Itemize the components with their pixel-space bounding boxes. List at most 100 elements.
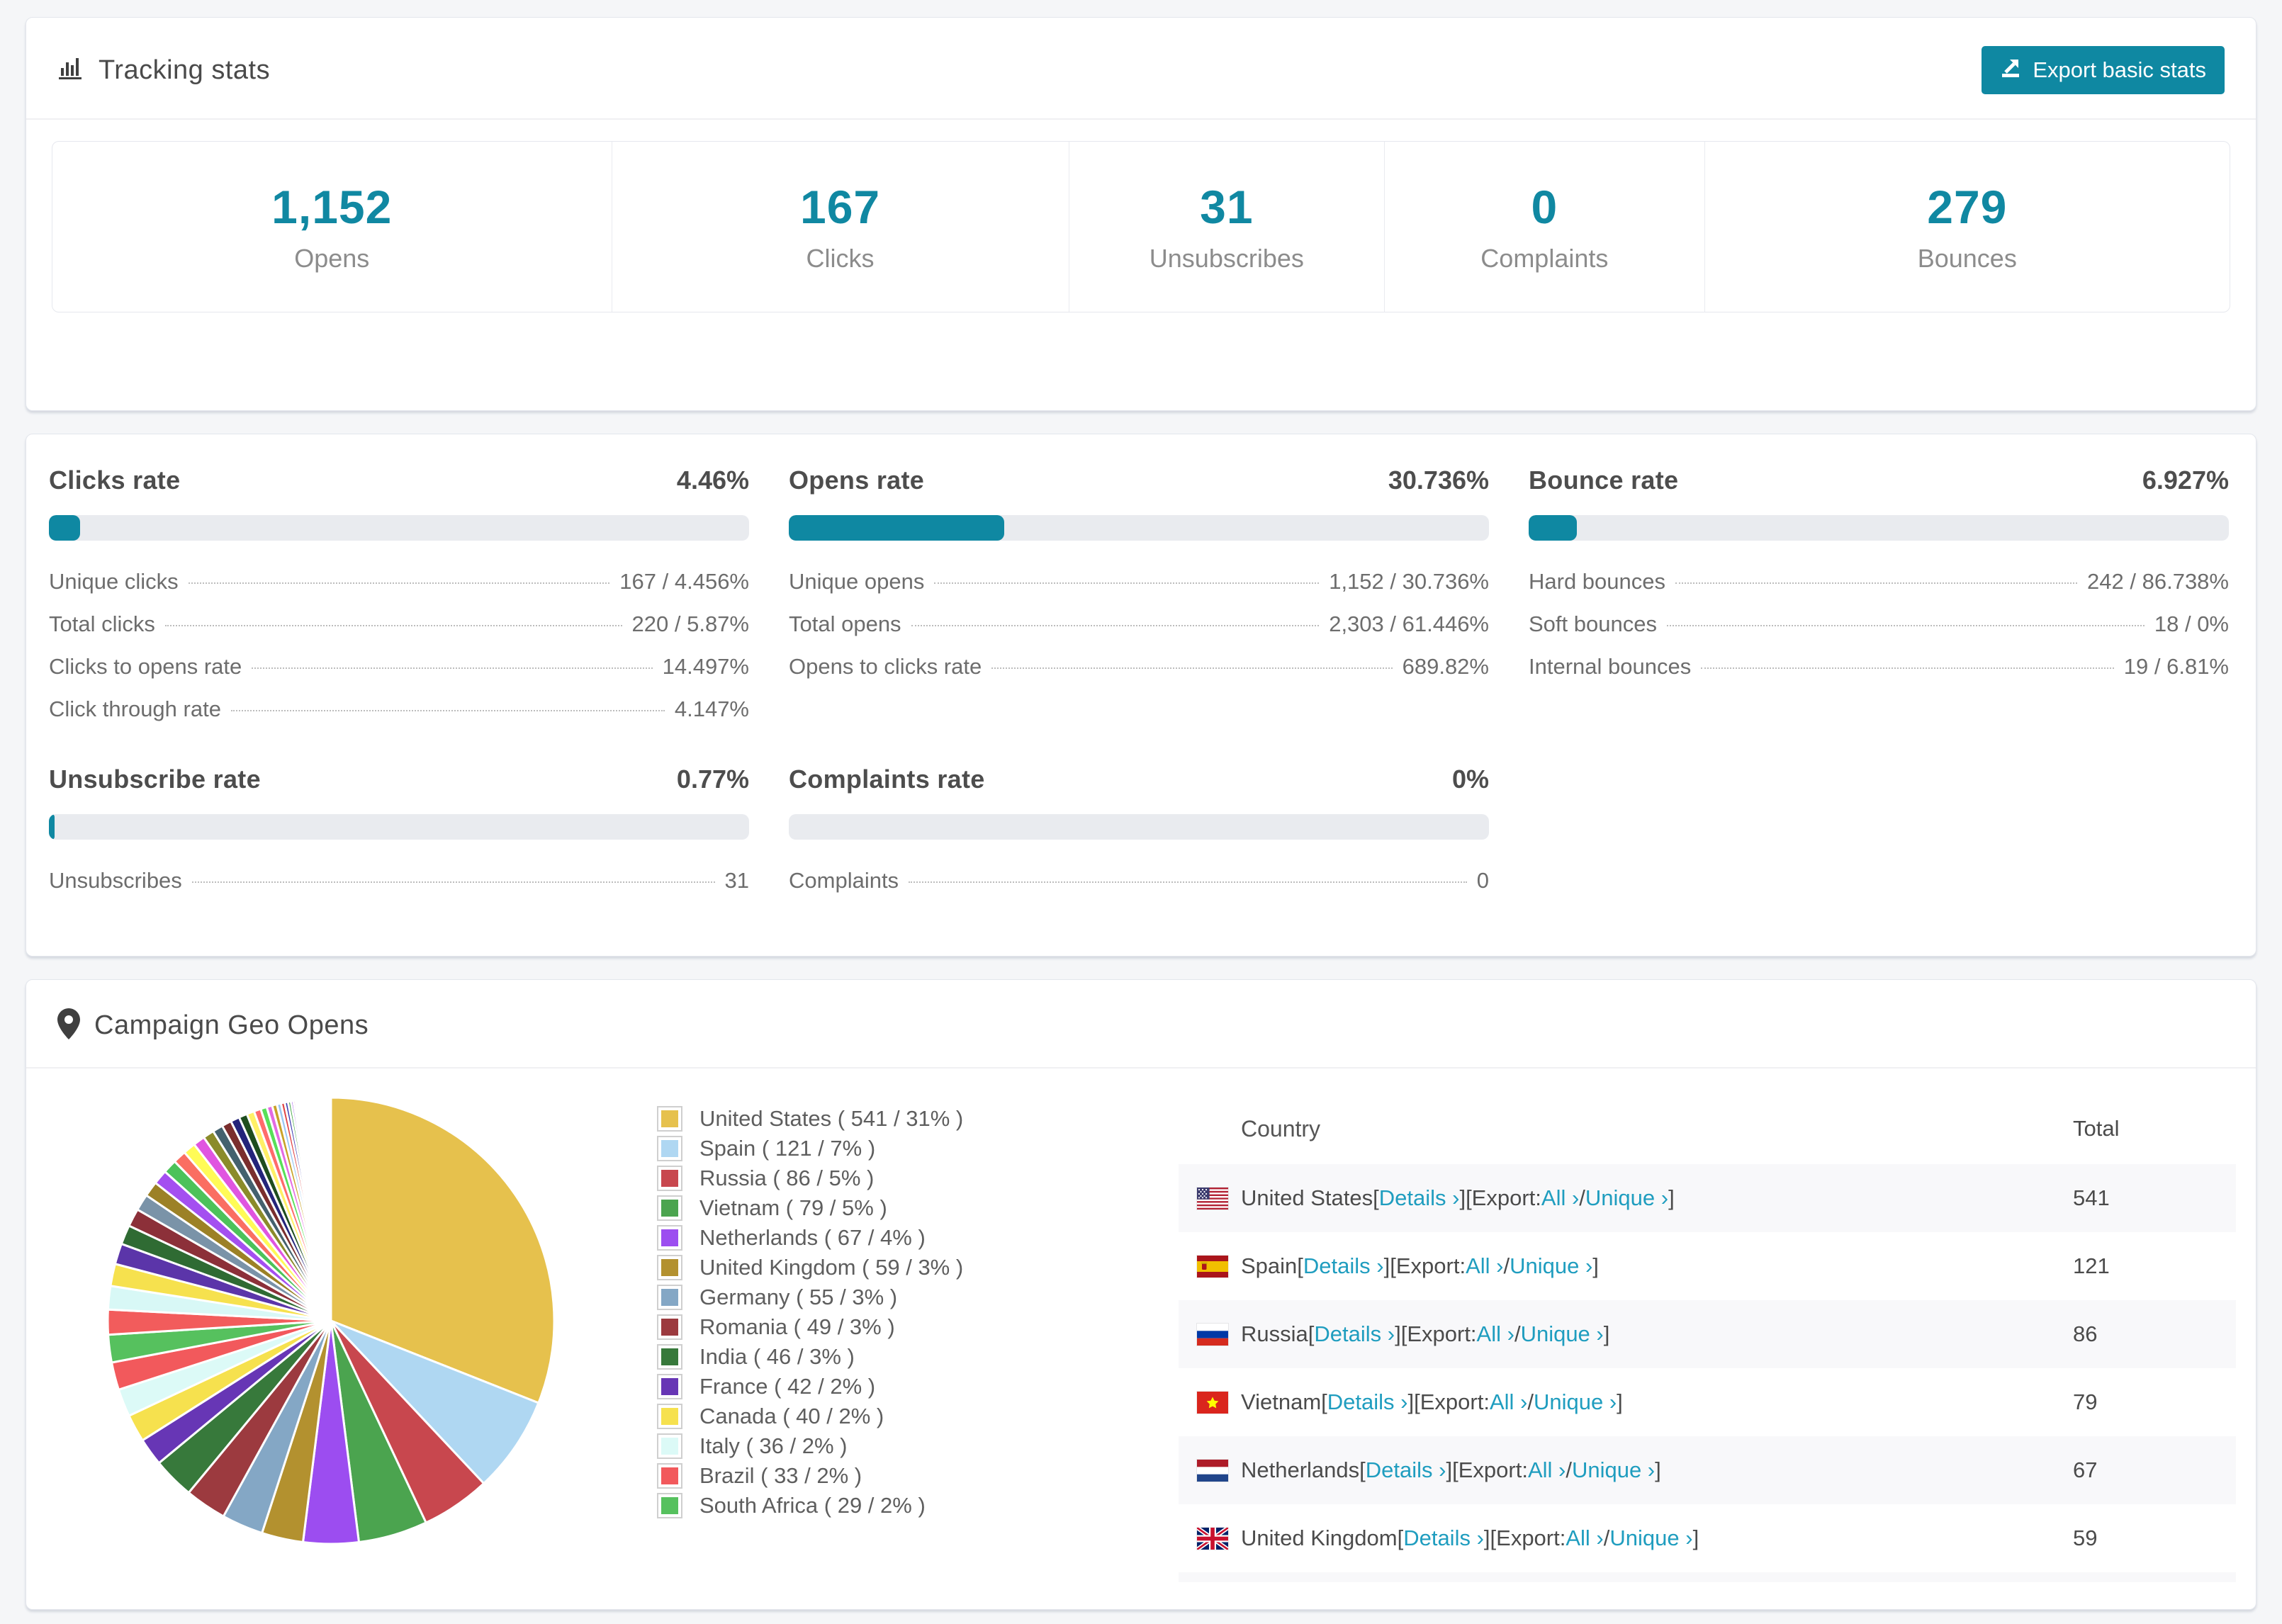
- export-all-link[interactable]: All ›: [1466, 1253, 1503, 1279]
- metric-value: 167 / 4.456%: [619, 569, 749, 594]
- export-icon: [2000, 57, 2021, 84]
- bracket: ]: [1459, 1185, 1466, 1210]
- legend-swatch: [657, 1106, 682, 1132]
- legend-item[interactable]: Canada ( 40 / 2% ): [657, 1402, 1160, 1431]
- total-value: 59: [2073, 1526, 2098, 1550]
- legend-label: France ( 42 / 2% ): [699, 1374, 876, 1399]
- flag-ru-icon: [1197, 1323, 1228, 1346]
- country-name: United Kingdom: [1241, 1526, 1398, 1550]
- table-header: Country Total: [1179, 1093, 2236, 1164]
- metric-value: 2,303 / 61.446%: [1329, 611, 1489, 636]
- stat-card: 0 Complaints: [1385, 142, 1705, 312]
- legend-item[interactable]: Spain ( 121 / 7% ): [657, 1134, 1160, 1163]
- dotted-leader: [934, 582, 1320, 584]
- legend-item[interactable]: Brazil ( 33 / 2% ): [657, 1461, 1160, 1491]
- details-link[interactable]: Details ›: [1303, 1253, 1384, 1279]
- dotted-leader: [911, 625, 1320, 626]
- bracket: [: [1321, 1389, 1327, 1414]
- details-link[interactable]: Details ›: [1366, 1457, 1446, 1483]
- map-pin-icon: [57, 1008, 80, 1043]
- legend-item[interactable]: Russia ( 86 / 5% ): [657, 1163, 1160, 1193]
- legend-item[interactable]: South Africa ( 29 / 2% ): [657, 1491, 1160, 1521]
- legend-item[interactable]: Romania ( 49 / 3% ): [657, 1312, 1160, 1342]
- metric-label: Clicks to opens rate: [49, 654, 242, 679]
- rate-title: Bounce rate: [1529, 466, 1679, 495]
- dotted-leader: [909, 881, 1467, 883]
- country-cell: United Kingdom [Details ›] [Export: All …: [1241, 1526, 2073, 1551]
- progress-bar: [49, 515, 749, 541]
- export-all-link[interactable]: All ›: [1566, 1526, 1603, 1551]
- progress-fill: [1529, 515, 1578, 541]
- geo-opens-panel: Campaign Geo Opens United States ( 541 /…: [26, 979, 2256, 1610]
- stat-card: 1,152 Opens: [52, 142, 612, 312]
- export-all-link[interactable]: All ›: [1528, 1457, 1566, 1483]
- stat-label: Complaints: [1480, 244, 1609, 273]
- dashboard-page: Tracking stats Export basic stats 1,152 O…: [0, 0, 2282, 1624]
- table-clip: Country Total United States [Details ›] …: [1179, 1093, 2236, 1582]
- export-basic-stats-button[interactable]: Export basic stats: [1982, 46, 2225, 94]
- export-all-link[interactable]: All ›: [1541, 1185, 1579, 1211]
- export-unique-link[interactable]: Unique ›: [1572, 1457, 1655, 1483]
- legend-label: United States ( 541 / 31% ): [699, 1106, 964, 1131]
- legend-item[interactable]: United States ( 541 / 31% ): [657, 1104, 1160, 1134]
- legend-swatch: [657, 1404, 682, 1429]
- bracket: ]: [1603, 1321, 1610, 1346]
- legend-label: Russia ( 86 / 5% ): [699, 1166, 875, 1190]
- export-unique-link[interactable]: Unique ›: [1510, 1253, 1592, 1279]
- total-value: 541: [2073, 1185, 2110, 1210]
- metric-row: Hard bounces 242 / 86.738%: [1529, 569, 2229, 611]
- metric-value: 4.147%: [674, 697, 749, 721]
- metric-rows: Unsubscribes 31: [49, 868, 749, 910]
- metric-label: Internal bounces: [1529, 654, 1692, 679]
- legend-label: Spain ( 121 / 7% ): [699, 1136, 876, 1161]
- metric-row: Click through rate 4.147%: [49, 697, 749, 739]
- export-unique-link[interactable]: Unique ›: [1585, 1185, 1668, 1211]
- dotted-leader: [191, 881, 715, 883]
- country-cell: Spain [Details ›] [Export: All › / Uniqu…: [1241, 1253, 2073, 1279]
- metric-row: Unsubscribes 31: [49, 868, 749, 910]
- progress-bar: [789, 515, 1489, 541]
- metric-row: Soft bounces 18 / 0%: [1529, 611, 2229, 654]
- legend-item[interactable]: Vietnam ( 79 / 5% ): [657, 1193, 1160, 1223]
- country-cell: United States [Details ›] [Export: All ›…: [1241, 1185, 2073, 1211]
- legend-label: India ( 46 / 3% ): [699, 1344, 855, 1369]
- legend-item[interactable]: Germany ( 55 / 3% ): [657, 1282, 1160, 1312]
- legend-item[interactable]: India ( 46 / 3% ): [657, 1342, 1160, 1372]
- stat-label: Bounces: [1917, 244, 2017, 273]
- geo-chart-block: United States ( 541 / 31% ) Spain ( 121 /…: [26, 1093, 1160, 1582]
- metric-label: Click through rate: [49, 697, 221, 721]
- dotted-leader: [1675, 582, 2078, 584]
- legend-item[interactable]: Italy ( 36 / 2% ): [657, 1431, 1160, 1461]
- details-link[interactable]: Details ›: [1314, 1321, 1395, 1347]
- legend-swatch: [657, 1463, 682, 1489]
- legend-label: Romania ( 49 / 3% ): [699, 1314, 895, 1339]
- export-all-link[interactable]: All ›: [1490, 1389, 1527, 1415]
- rate-card-header: Unsubscribe rate 0.77%: [49, 765, 749, 794]
- rate-card-header: Clicks rate 4.46%: [49, 466, 749, 495]
- metric-row: Opens to clicks rate 689.82%: [789, 654, 1489, 697]
- details-link[interactable]: Details ›: [1403, 1526, 1484, 1551]
- metric-row: Total opens 2,303 / 61.446%: [789, 611, 1489, 654]
- export-label: [Export:: [1400, 1321, 1477, 1346]
- details-link[interactable]: Details ›: [1327, 1389, 1408, 1415]
- total-column-header: Total: [2073, 1116, 2120, 1141]
- legend-item[interactable]: Netherlands ( 67 / 4% ): [657, 1223, 1160, 1253]
- bar-chart-icon: [57, 55, 84, 86]
- legend-item[interactable]: United Kingdom ( 59 / 3% ): [657, 1253, 1160, 1282]
- dotted-leader: [164, 625, 622, 626]
- stat-value: 1,152: [271, 181, 393, 233]
- export-label: [Export:: [1490, 1526, 1566, 1550]
- metric-value: 19 / 6.81%: [2123, 654, 2229, 679]
- rate-percent: 4.46%: [676, 466, 749, 495]
- bracket: ]: [1446, 1457, 1453, 1482]
- table-row: Netherlands [Details ›] [Export: All › /…: [1179, 1436, 2236, 1504]
- export-unique-link[interactable]: Unique ›: [1534, 1389, 1617, 1415]
- rates-panel: Clicks rate 4.46% Unique clicks 167 / 4.456…: [26, 434, 2256, 957]
- export-all-link[interactable]: All ›: [1477, 1321, 1514, 1347]
- export-unique-link[interactable]: Unique ›: [1609, 1526, 1692, 1551]
- legend-item[interactable]: France ( 42 / 2% ): [657, 1372, 1160, 1402]
- flag-gb-icon: [1197, 1527, 1228, 1550]
- export-unique-link[interactable]: Unique ›: [1521, 1321, 1604, 1347]
- details-link[interactable]: Details ›: [1379, 1185, 1460, 1211]
- legend-swatch: [657, 1433, 682, 1459]
